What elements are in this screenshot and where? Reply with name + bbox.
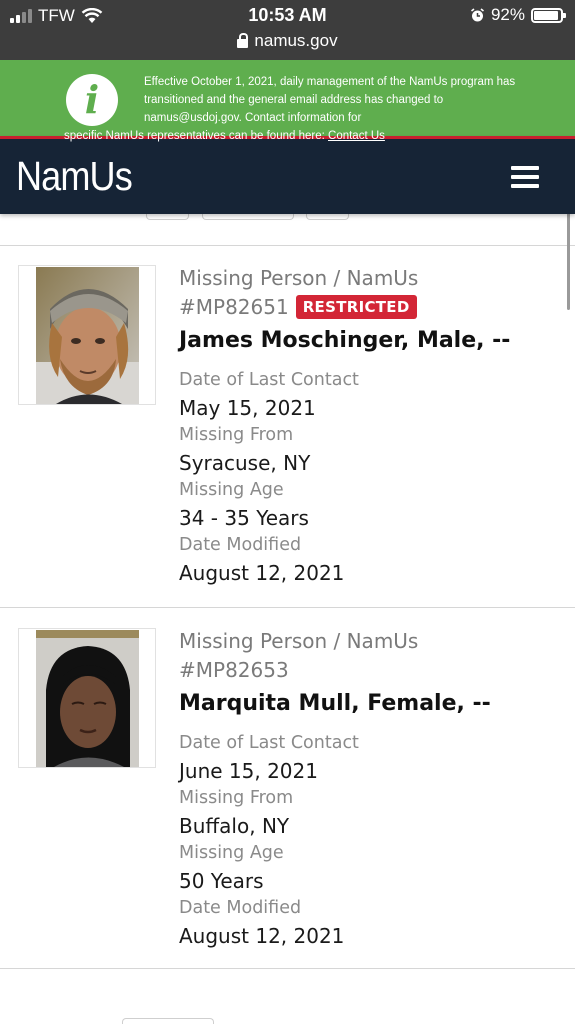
case-fields: Date of Last Contact June 15, 2021 Missi… xyxy=(179,730,491,950)
last-contact-label: Date of Last Contact xyxy=(179,370,359,390)
notice-tail-text: specific NamUs representatives can be fo… xyxy=(64,130,325,142)
battery-status: 92% xyxy=(470,5,566,25)
person-photo-frame xyxy=(18,628,156,768)
last-contact-value: May 15, 2021 xyxy=(179,396,316,420)
case-fields: Date of Last Contact May 15, 2021 Missin… xyxy=(179,367,510,587)
person-photo xyxy=(36,267,139,404)
date-modified-value: August 12, 2021 xyxy=(179,561,345,585)
case-info: Missing Person / NamUs #MP82653 Marquita… xyxy=(179,627,491,950)
missing-from-value: Syracuse, NY xyxy=(179,451,311,475)
missing-age-value: 50 Years xyxy=(179,869,264,893)
result-card[interactable]: Missing Person / NamUs #MP82651 RESTRICT… xyxy=(0,246,575,608)
hamburger-menu-icon[interactable] xyxy=(511,166,539,188)
lock-icon xyxy=(237,32,249,48)
missing-age-label: Missing Age xyxy=(179,480,284,500)
battery-level xyxy=(534,10,558,20)
contact-us-link[interactable]: Contact Us xyxy=(328,130,385,142)
missing-from-label: Missing From xyxy=(179,425,294,445)
restricted-badge: RESTRICTED xyxy=(295,295,417,319)
result-card[interactable]: Missing Person / NamUs #MP82653 Marquita… xyxy=(0,608,575,968)
date-modified-value: August 12, 2021 xyxy=(179,924,345,948)
pagination-button[interactable] xyxy=(122,1018,214,1024)
notice-banner: i Effective October 1, 2021, daily manag… xyxy=(0,60,575,138)
person-photo xyxy=(36,630,139,767)
person-photo-frame xyxy=(18,265,156,405)
namus-logo[interactable]: NamUs xyxy=(16,153,133,200)
date-modified-label: Date Modified xyxy=(179,535,302,555)
missing-from-value: Buffalo, NY xyxy=(179,814,290,838)
info-icon: i xyxy=(66,74,118,126)
url-bar[interactable]: namus.gov xyxy=(0,31,575,51)
battery-percent: 92% xyxy=(490,5,525,24)
case-number-row: #MP82653 xyxy=(179,655,491,685)
notice-text-tail: specific NamUs representatives can be fo… xyxy=(64,129,385,143)
person-name[interactable]: James Moschinger, Male, -- xyxy=(179,326,510,356)
notice-text: Effective October 1, 2021, daily managem… xyxy=(144,76,516,124)
scrollbar[interactable] xyxy=(567,198,570,310)
date-modified-label: Date Modified xyxy=(179,898,302,918)
missing-from-label: Missing From xyxy=(179,788,294,808)
case-type: Missing Person / NamUs xyxy=(179,629,419,653)
url-text: namus.gov xyxy=(254,31,338,50)
missing-age-label: Missing Age xyxy=(179,843,284,863)
missing-age-value: 34 - 35 Years xyxy=(179,506,309,530)
browser-status-bar: TFW 10:53 AM 92% namus.gov xyxy=(0,0,575,60)
case-number[interactable]: #MP82651 xyxy=(179,295,289,319)
case-info: Missing Person / NamUs #MP82651 RESTRICT… xyxy=(179,264,510,587)
alarm-icon xyxy=(470,7,484,21)
case-number-row: #MP82651 RESTRICTED xyxy=(179,292,510,322)
person-name[interactable]: Marquita Mull, Female, -- xyxy=(179,689,491,719)
case-number[interactable]: #MP82653 xyxy=(179,658,289,682)
divider xyxy=(0,968,575,969)
case-type: Missing Person / NamUs xyxy=(179,266,419,290)
pagination xyxy=(0,200,575,222)
battery-icon xyxy=(531,7,566,23)
last-contact-label: Date of Last Contact xyxy=(179,733,359,753)
last-contact-value: June 15, 2021 xyxy=(179,759,318,783)
site-header: NamUs xyxy=(0,136,575,214)
